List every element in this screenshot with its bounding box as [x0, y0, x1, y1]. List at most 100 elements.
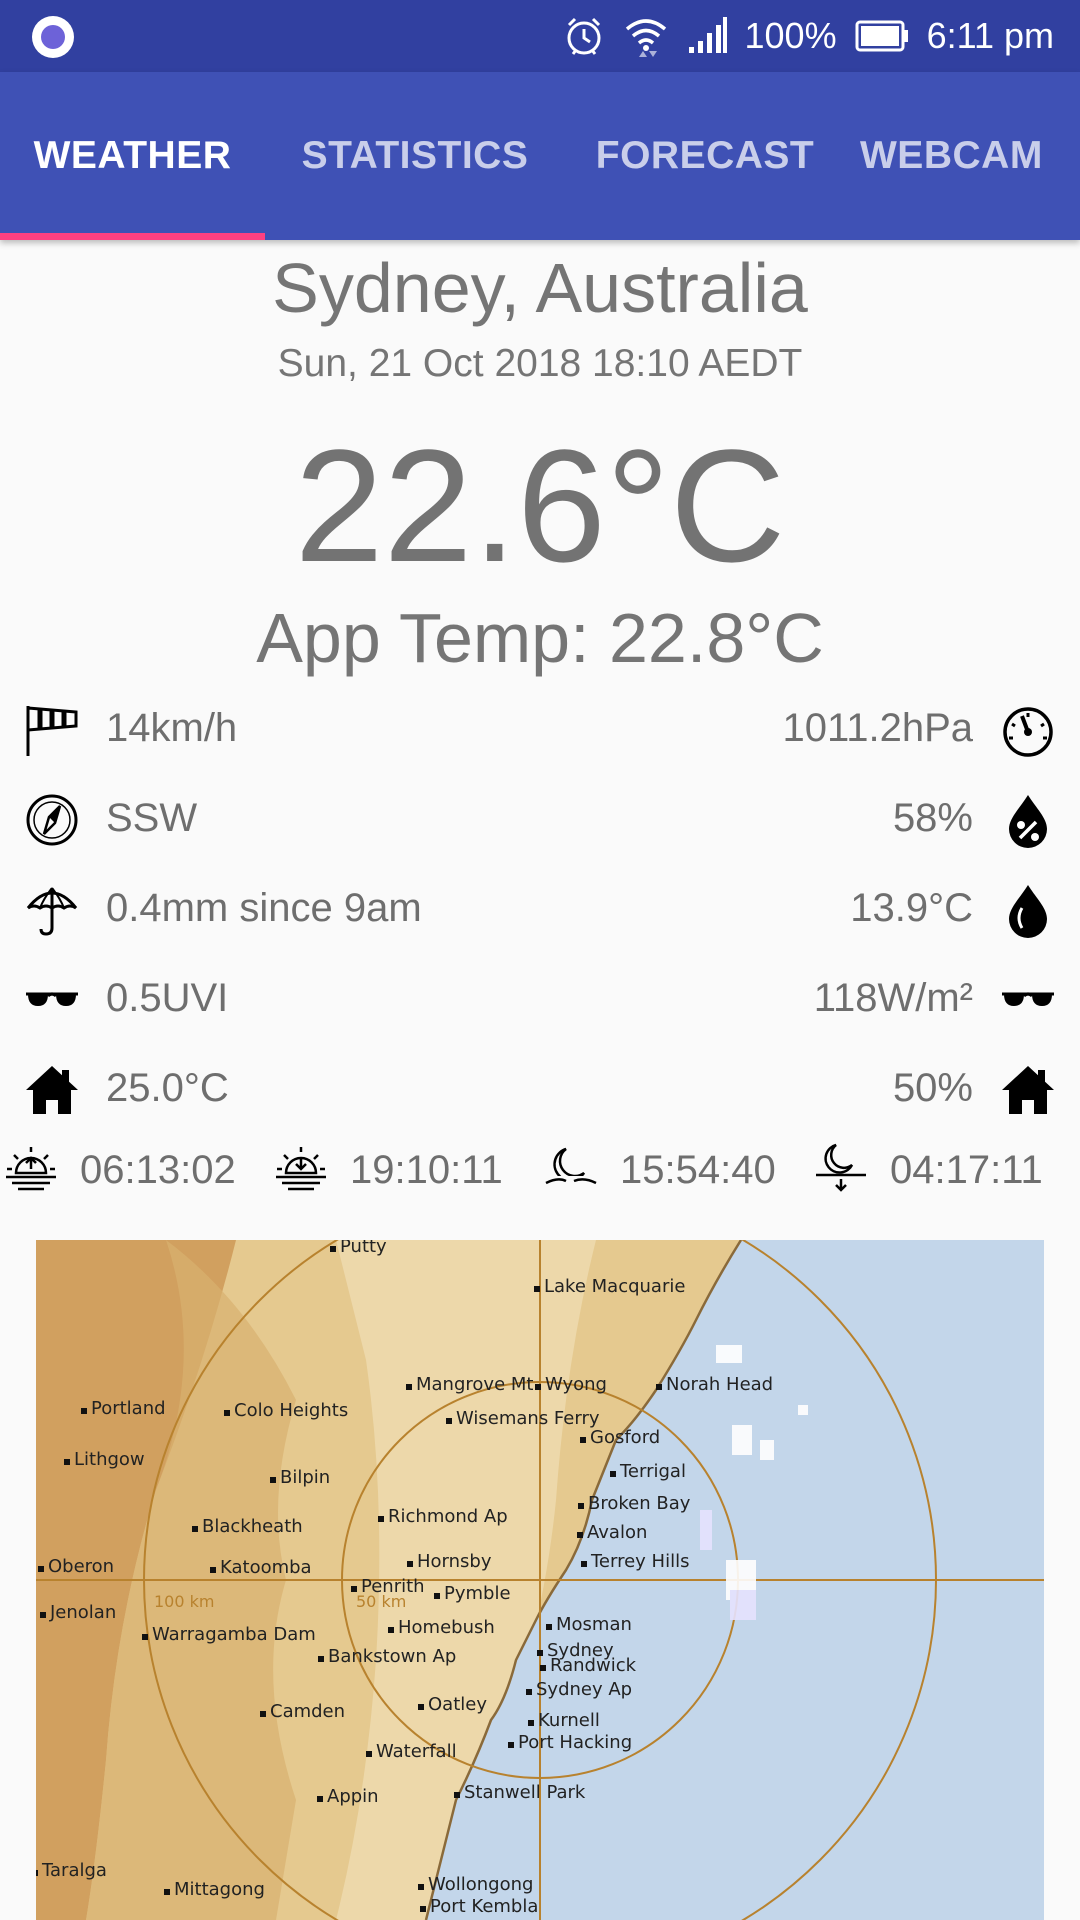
- indoor-temperature: 25.0°C: [106, 1066, 229, 1110]
- observation-datetime: Sun, 21 Oct 2018 18:10 AEDT: [277, 342, 803, 385]
- place-label: Pymble: [444, 1583, 511, 1604]
- tab-bar: WEATHER STATISTICS FORECAST WEBCAM: [0, 72, 1080, 240]
- place-label: Hornsby: [417, 1551, 492, 1572]
- apparent-temperature: App Temp: 22.8°C: [256, 599, 824, 677]
- uv-solar-row: 0.5UVI 118W/m²: [0, 960, 1080, 1040]
- location-title: Sydney, Australia: [272, 249, 808, 327]
- place-marker: [446, 1418, 452, 1424]
- place-label: Blackheath: [202, 1516, 303, 1537]
- tab-forecast[interactable]: FORECAST: [585, 72, 825, 240]
- radar-echo: [700, 1510, 712, 1550]
- place-label: Oatley: [428, 1694, 487, 1715]
- place-marker: [610, 1471, 616, 1477]
- place-marker: [351, 1586, 357, 1592]
- place-marker: [434, 1593, 440, 1599]
- battery-percent: 100%: [744, 15, 837, 56]
- place-marker: [330, 1246, 336, 1252]
- place-label: Wollongong: [428, 1874, 533, 1895]
- house-icon: [24, 1062, 80, 1118]
- radar-map[interactable]: 100 km 50 km Putty Lake Macquarie Mangrove…: [36, 1240, 1044, 1920]
- humidity: 58%: [892, 796, 973, 840]
- sunset-time: 19:10:11: [350, 1147, 503, 1192]
- place-marker: [580, 1437, 586, 1443]
- rain-dewpoint-row: 0.4mm since 9am 13.9°C: [0, 870, 1080, 950]
- place-label: Terrigal: [619, 1461, 686, 1482]
- place-marker: [192, 1526, 198, 1532]
- radar-echo: [716, 1345, 742, 1363]
- radar-echo: [730, 1590, 756, 1620]
- place-marker: [36, 1870, 38, 1876]
- tab-statistics[interactable]: STATISTICS: [280, 72, 550, 240]
- place-marker: [534, 1286, 540, 1292]
- place-marker: [454, 1792, 460, 1798]
- place-label: Port Kembla: [430, 1896, 538, 1917]
- barometer-gauge-icon: [1000, 702, 1056, 758]
- place-label: Norah Head: [666, 1374, 773, 1395]
- battery-icon: [855, 19, 909, 53]
- solar-radiation: 118W/m²: [813, 976, 973, 1020]
- place-label: Broken Bay: [588, 1493, 691, 1514]
- place-marker: [210, 1567, 216, 1573]
- place-label: Katoomba: [220, 1557, 312, 1578]
- dew-point: 13.9°C: [850, 886, 973, 930]
- place-label: Gosford: [590, 1427, 660, 1448]
- place-label: Jenolan: [49, 1602, 116, 1623]
- place-label: Mangrove Mt: [416, 1374, 533, 1395]
- range-label-outer: 100 km: [154, 1592, 214, 1611]
- place-marker: [537, 1650, 543, 1656]
- rainfall: 0.4mm since 9am: [106, 886, 422, 930]
- sunrise-item: 06:13:02: [4, 1130, 236, 1210]
- place-marker: [406, 1384, 412, 1390]
- place-marker: [64, 1459, 70, 1465]
- place-label: Warragamba Dam: [152, 1624, 316, 1645]
- sun-moon-row: 06:13:02 19:10:11 15:54:40 04:17:11: [0, 1130, 1080, 1210]
- place-label: Mittagong: [174, 1879, 265, 1900]
- tab-indicator: [0, 233, 265, 240]
- place-marker: [578, 1503, 584, 1509]
- place-marker: [656, 1384, 662, 1390]
- humidity-drop-icon: [1000, 792, 1056, 848]
- place-marker: [388, 1627, 394, 1633]
- place-label: Avalon: [587, 1522, 647, 1543]
- place-marker: [260, 1711, 266, 1717]
- place-label: Camden: [270, 1701, 345, 1722]
- pressure: 1011.2hPa: [782, 706, 973, 750]
- indoor-row: 25.0°C 50%: [0, 1050, 1080, 1130]
- place-label: Wisemans Ferry: [456, 1408, 600, 1429]
- radar-map-canvas: 100 km 50 km PuttyLake MacquarieMangrove…: [36, 1240, 1044, 1920]
- place-marker: [81, 1408, 87, 1414]
- clock-time: 6:11 pm: [926, 15, 1054, 56]
- indoor-humidity: 50%: [892, 1066, 973, 1110]
- dewpoint-drop-icon: [1000, 882, 1056, 938]
- place-marker: [418, 1704, 424, 1710]
- moonset-time: 04:17:11: [890, 1147, 1043, 1192]
- radar-echo: [760, 1440, 774, 1460]
- sunglasses-icon: [24, 972, 80, 1028]
- place-marker: [526, 1689, 532, 1695]
- place-label: Stanwell Park: [464, 1782, 586, 1803]
- sunrise-icon: [4, 1141, 58, 1200]
- place-marker: [407, 1561, 413, 1567]
- place-marker: [142, 1634, 148, 1640]
- place-label: Penrith: [361, 1576, 425, 1597]
- moonrise-time: 15:54:40: [620, 1147, 776, 1192]
- place-label: Taralga: [41, 1860, 107, 1881]
- wifi-icon: [623, 15, 669, 57]
- place-marker: [420, 1906, 426, 1912]
- tab-webcam[interactable]: WEBCAM: [860, 72, 1080, 240]
- place-label: Bankstown Ap: [328, 1646, 456, 1667]
- signal-icon: [687, 17, 727, 55]
- sunrise-time: 06:13:02: [80, 1147, 236, 1192]
- moonset-item: 04:17:11: [814, 1130, 1043, 1210]
- radar-echo: [732, 1425, 752, 1455]
- sunglasses-icon: [1000, 972, 1056, 1028]
- place-marker: [270, 1477, 276, 1483]
- place-label: Colo Heights: [234, 1400, 348, 1421]
- place-label: Waterfall: [376, 1741, 457, 1762]
- place-marker: [224, 1410, 230, 1416]
- place-label: Bilpin: [280, 1467, 330, 1488]
- place-marker: [581, 1561, 587, 1567]
- place-label: Putty: [340, 1240, 387, 1257]
- place-marker: [418, 1884, 424, 1890]
- tab-weather[interactable]: WEATHER: [0, 72, 265, 240]
